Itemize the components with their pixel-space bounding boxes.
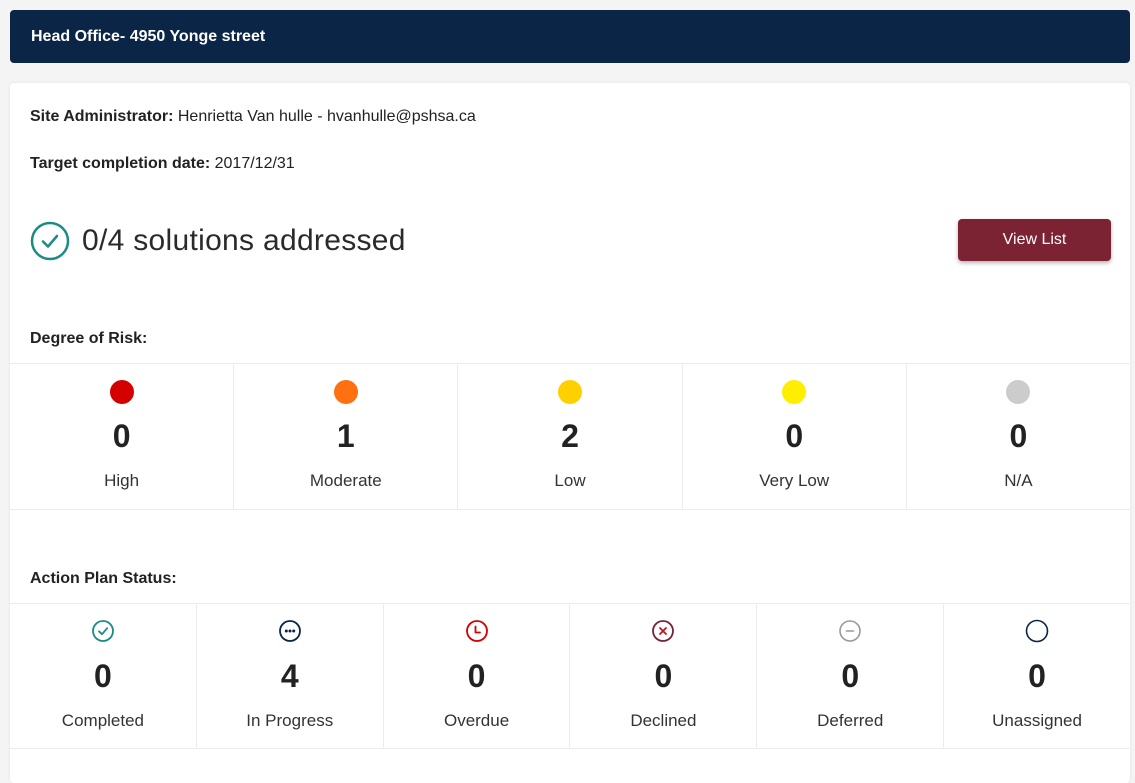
status-cell-deferred[interactable]: 0 Deferred bbox=[757, 604, 945, 748]
low-risk-dot-icon bbox=[558, 380, 582, 404]
status-name: Declined bbox=[630, 711, 697, 730]
high-risk-dot-icon bbox=[109, 380, 134, 404]
risk-cell-very-low[interactable]: 0 Very Low bbox=[683, 364, 907, 509]
minus-circle-icon bbox=[839, 620, 862, 642]
status-name: Unassigned bbox=[992, 711, 1082, 730]
risk-cell-low[interactable]: 2 Low bbox=[458, 364, 683, 509]
risk-cell-high[interactable]: 0 High bbox=[10, 364, 235, 509]
clock-icon bbox=[465, 620, 488, 642]
site-administrator-value: Henrietta Van hulle - hvanhulle@pshsa.ca bbox=[177, 108, 476, 125]
risk-name: N/A bbox=[1004, 471, 1033, 490]
site-administrator: Site Administrator: Henrietta Van hulle … bbox=[30, 108, 476, 126]
risk-name: High bbox=[104, 471, 140, 490]
site-title: Head Office- 4950 Yonge street bbox=[31, 27, 266, 45]
status-count: 0 bbox=[841, 658, 860, 694]
moderate-risk-dot-icon bbox=[333, 380, 358, 404]
check-circle-icon bbox=[92, 620, 114, 642]
empty-circle-icon bbox=[1025, 619, 1049, 643]
x-circle-icon bbox=[652, 620, 675, 642]
action-plan-status-label: Action Plan Status: bbox=[30, 570, 177, 587]
status-count: 0 bbox=[94, 658, 112, 694]
status-count: 4 bbox=[280, 658, 299, 694]
status-count: 0 bbox=[654, 658, 673, 694]
target-date-value: 2017/12/31 bbox=[214, 155, 295, 172]
site-header: Head Office- 4950 Yonge street bbox=[10, 10, 1130, 63]
risk-count: 0 bbox=[785, 418, 804, 454]
status-cell-unassigned[interactable]: 0 Unassigned bbox=[944, 604, 1130, 748]
view-list-button[interactable]: View List bbox=[958, 219, 1111, 261]
risk-cell-moderate[interactable]: 1 Moderate bbox=[234, 364, 459, 509]
na-risk-dot-icon bbox=[1006, 380, 1031, 404]
status-cell-overdue[interactable]: 0 Overdue bbox=[384, 604, 571, 748]
status-cell-declined[interactable]: 0 Declined bbox=[570, 604, 758, 748]
status-count: 0 bbox=[1028, 658, 1046, 694]
risk-grid: 0 High 1 Moderate 2 Low 0 Very Low 0 N/A bbox=[10, 363, 1130, 510]
status-count: 0 bbox=[467, 658, 486, 694]
solutions-summary: 0/4 solutions addressed bbox=[30, 221, 406, 261]
risk-cell-na[interactable]: 0 N/A bbox=[907, 364, 1130, 509]
status-cell-in-progress[interactable]: 4 In Progress bbox=[197, 604, 384, 748]
risk-count: 0 bbox=[112, 418, 131, 454]
check-circle-icon bbox=[30, 221, 70, 261]
status-cell-completed[interactable]: 0 Completed bbox=[10, 604, 197, 748]
status-name: Overdue bbox=[443, 711, 510, 730]
status-name: In Progress bbox=[246, 711, 334, 730]
status-name: Completed bbox=[61, 711, 145, 730]
site-card: Site Administrator: Henrietta Van hulle … bbox=[10, 83, 1130, 783]
risk-count: 0 bbox=[1009, 418, 1028, 454]
risk-name: Very Low bbox=[759, 471, 830, 490]
ellipsis-circle-icon bbox=[278, 620, 301, 642]
solutions-addressed-text: 0/4 solutions addressed bbox=[82, 224, 406, 257]
status-name: Deferred bbox=[817, 711, 884, 730]
site-administrator-label: Site Administrator: bbox=[30, 108, 174, 125]
status-grid: 0 Completed 4 In Progress 0 Overdue 0 De… bbox=[10, 603, 1130, 749]
risk-count: 2 bbox=[561, 418, 579, 454]
target-completion-date: Target completion date: 2017/12/31 bbox=[30, 155, 295, 173]
risk-name: Moderate bbox=[309, 471, 382, 490]
degree-of-risk-label: Degree of Risk: bbox=[30, 330, 148, 347]
very-low-risk-dot-icon bbox=[782, 380, 807, 404]
risk-count: 1 bbox=[336, 418, 355, 454]
risk-name: Low bbox=[554, 471, 586, 490]
target-date-label: Target completion date: bbox=[30, 155, 211, 172]
